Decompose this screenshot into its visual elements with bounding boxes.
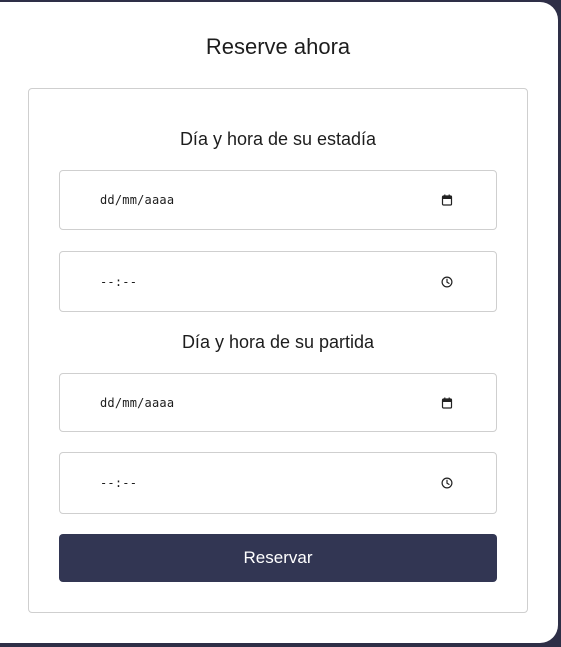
arrival-time-value: --:-- — [100, 274, 138, 289]
arrival-time-input[interactable]: --:-- — [59, 251, 497, 312]
clock-icon[interactable] — [441, 275, 453, 288]
modal-title: Reserve ahora — [205, 34, 351, 59]
departure-heading: Día y hora de su partida — [181, 332, 375, 352]
departure-date-input[interactable]: dd/mm/aaaa — [59, 373, 497, 432]
clock-icon[interactable] — [441, 477, 453, 489]
arrival-heading: Día y hora de su estadía — [179, 129, 377, 149]
arrival-date-input[interactable]: dd/mm/aaaa — [59, 170, 497, 230]
departure-date-value: dd/mm/aaaa — [100, 395, 175, 410]
departure-time-value: --:-- — [100, 476, 138, 490]
reservation-form: Día y hora de su estadía dd/mm/aaaa --:-… — [28, 88, 528, 613]
calendar-icon[interactable] — [441, 397, 453, 409]
departure-time-input[interactable]: --:-- — [59, 452, 497, 514]
reserve-button[interactable]: Reservar — [59, 534, 497, 582]
reservation-modal: Reserve ahora Día y hora de su estadía d… — [0, 2, 558, 643]
arrival-date-value: dd/mm/aaaa — [100, 193, 175, 207]
calendar-icon[interactable] — [441, 194, 453, 206]
